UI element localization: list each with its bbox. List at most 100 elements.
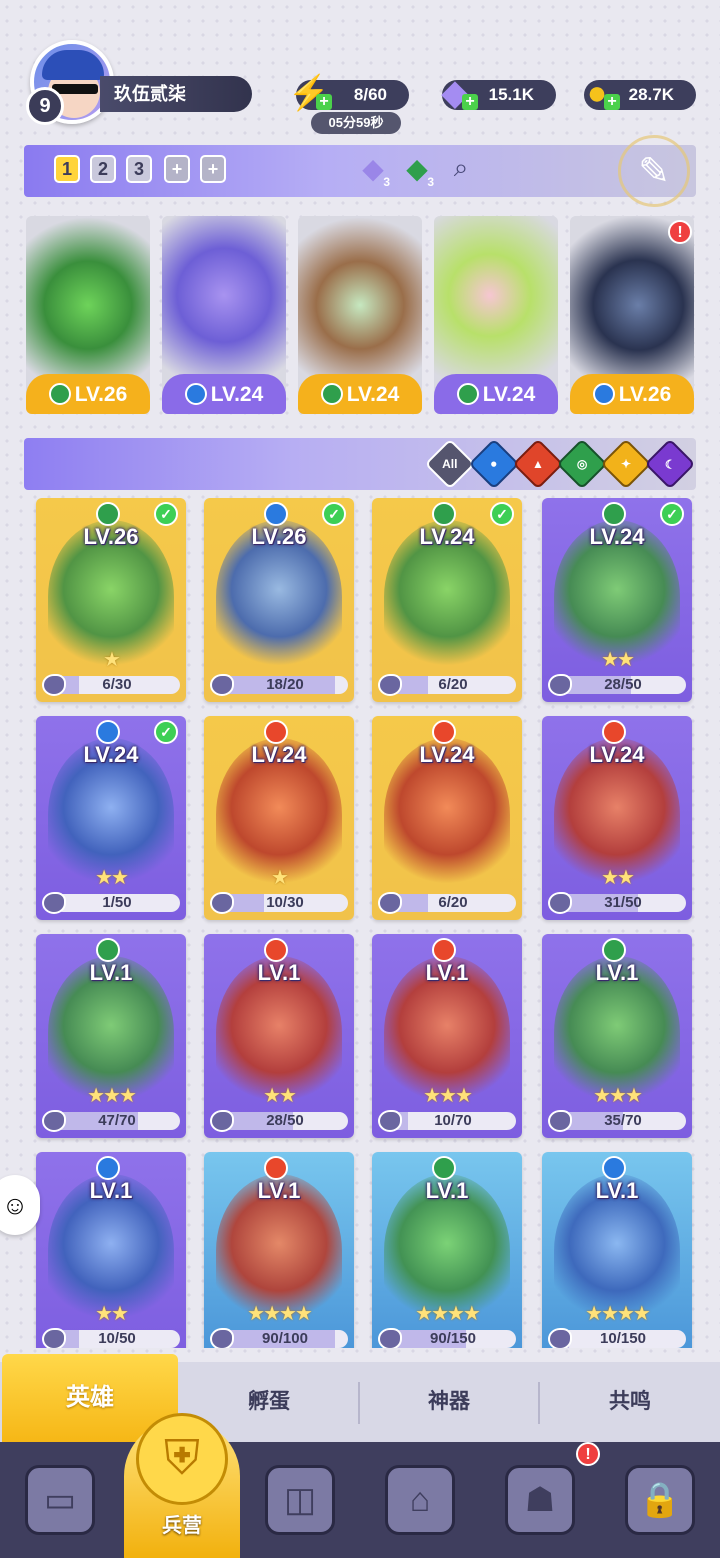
filter-light-icon[interactable]: ✦ (600, 438, 652, 490)
nav-barracks[interactable]: ⛨ 兵营 (122, 1412, 242, 1558)
hero-card[interactable]: LV.24 ★★ 31/50 (542, 716, 692, 920)
hero-stars: ★★ (95, 867, 129, 889)
lineup-slot-5[interactable]: ! LV.26 (570, 216, 694, 414)
fire-element-icon (432, 938, 456, 962)
progress-text: 47/70 (98, 1112, 136, 1129)
shard-progress: 6/20 (378, 674, 516, 696)
top-status-bar: 玖伍贰柒 9 ⚡ + 8/60 05分59秒 ◆ + 15.1K ● + 28.… (0, 40, 720, 140)
lineup-slot-4[interactable]: LV.24 (434, 216, 558, 414)
search-icon[interactable]: ⌕ (442, 149, 480, 187)
hero-card[interactable]: LV.1 ★★★★ 10/150 (542, 1152, 692, 1348)
hero-level: LV.1 (595, 960, 639, 985)
wind-element-icon (48, 383, 71, 405)
tab-resonance[interactable]: 共鸣 (540, 1362, 720, 1442)
filter-wind-icon[interactable]: ◎ (556, 438, 608, 490)
progress-text: 10/30 (266, 894, 304, 911)
team-add-tab-2[interactable]: + (200, 155, 226, 183)
team-tab-2[interactable]: 2 (90, 155, 116, 183)
shard-progress: 28/50 (548, 674, 686, 696)
filter-all-label: All (442, 457, 458, 471)
energy-timer: 05分59秒 (311, 112, 401, 134)
team-tab-3[interactable]: 3 (126, 155, 152, 183)
check-icon: ✓ (154, 720, 178, 744)
progress-track: 10/150 (560, 1330, 686, 1348)
floating-helper-icon[interactable]: ☺ (0, 1175, 40, 1235)
progress-track: 28/50 (222, 1112, 348, 1130)
energy-counter[interactable]: ⚡ + 8/60 (288, 76, 409, 110)
hero-card[interactable]: LV.1 ★★★ 10/70 (372, 934, 522, 1138)
progress-text: 35/70 (604, 1112, 642, 1129)
filter-dark-icon[interactable]: ☾ (644, 438, 696, 490)
green-crystal-icon[interactable]: ◆ 3 (398, 149, 436, 190)
progress-text: 31/50 (604, 894, 642, 911)
hero-stars: ★★★ (423, 1085, 473, 1107)
water-element-icon (96, 720, 120, 744)
progress-track: 10/50 (54, 1330, 180, 1348)
hero-stars: ★★★★ (415, 1303, 481, 1325)
nav-map[interactable]: ◫ (240, 1442, 360, 1558)
hero-card[interactable]: ✓ LV.26 ★ 6/30 (36, 498, 186, 702)
add-energy-icon[interactable]: + (316, 94, 332, 110)
hero-card[interactable]: LV.24 ★ 10/30 (204, 716, 354, 920)
wind-element-icon (320, 383, 343, 405)
nav-mushroom-house[interactable]: ☗ ! (480, 1442, 600, 1558)
lineup-slot-2[interactable]: LV.24 (162, 216, 286, 414)
lineup-slot-3[interactable]: LV.24 (298, 216, 422, 414)
lineup-slot-1[interactable]: LV.26 (26, 216, 150, 414)
filter-fire-icon[interactable]: ▲ (512, 438, 564, 490)
shard-icon (210, 892, 234, 914)
hero-card[interactable]: ✓ LV.24 6/20 (372, 498, 522, 702)
team-add-tab-1[interactable]: + (164, 155, 190, 183)
add-gems-icon[interactable]: + (462, 94, 478, 110)
lineup-level-badge: LV.24 (162, 374, 286, 414)
shard-icon (210, 1328, 234, 1348)
locked-banner-icon: 🔒 (625, 1465, 695, 1535)
fire-element-icon (602, 720, 626, 744)
shard-icon (42, 1110, 66, 1132)
hero-level: LV.1 (425, 960, 469, 985)
map-icon: ◫ (265, 1465, 335, 1535)
add-coins-icon[interactable]: + (604, 94, 620, 110)
hero-card[interactable]: LV.1 ★★★★ 90/100 (204, 1152, 354, 1348)
gems-counter[interactable]: ◆ + 15.1K (442, 76, 556, 110)
hero-card[interactable]: LV.1 ★★★★ 90/150 (372, 1152, 522, 1348)
hero-card[interactable]: LV.1 ★★★ 35/70 (542, 934, 692, 1138)
lineup-level-badge: LV.26 (570, 374, 694, 414)
progress-track: 6/30 (54, 676, 180, 694)
shard-progress: 10/50 (42, 1328, 180, 1348)
energy-value: 8/60 (353, 85, 387, 104)
filter-water-icon[interactable]: ● (468, 438, 520, 490)
player-level-badge: 9 (26, 87, 64, 125)
edit-team-icon[interactable]: ✎ (618, 135, 690, 207)
purple-crystal-icon[interactable]: ◆ 3 (354, 149, 392, 190)
green-crystal-count: 3 (427, 175, 434, 189)
nav-temple[interactable]: ⌂ (360, 1442, 480, 1558)
nav-cards[interactable]: ▭ (0, 1442, 120, 1558)
progress-track: 35/70 (560, 1112, 686, 1130)
coins-counter[interactable]: ● + 28.7K (584, 76, 696, 110)
hero-card[interactable]: LV.1 ★★ 10/50 (36, 1152, 186, 1348)
progress-track: 6/20 (390, 894, 516, 912)
team-tab-1[interactable]: 1 (54, 155, 80, 183)
hero-card[interactable]: LV.1 ★★★ 47/70 (36, 934, 186, 1138)
mushroom-house-icon: ☗ (505, 1465, 575, 1535)
tab-artifacts[interactable]: 神器 (360, 1362, 538, 1442)
lineup-level: LV.24 (346, 383, 400, 406)
hero-card[interactable]: ✓ LV.26 18/20 (204, 498, 354, 702)
shard-progress: 1/50 (42, 892, 180, 914)
alert-icon: ! (576, 1442, 600, 1466)
team-selector-bar: 1 2 3 + + ◆ 3 ◆ 3 ⌕ ✎ (24, 135, 696, 207)
hero-card[interactable]: LV.1 ★★ 28/50 (204, 934, 354, 1138)
hero-card[interactable]: ✓ LV.24 ★★ 28/50 (542, 498, 692, 702)
hero-stars: ★ (271, 867, 289, 889)
water-element-icon (96, 1156, 120, 1180)
hero-card[interactable]: LV.24 6/20 (372, 716, 522, 920)
nav-locked[interactable]: 🔒 (600, 1442, 720, 1558)
hero-level: LV.1 (257, 960, 301, 985)
progress-text: 90/150 (430, 1330, 476, 1347)
hero-card[interactable]: ✓ LV.24 ★★ 1/50 (36, 716, 186, 920)
hero-level: LV.1 (89, 1178, 133, 1203)
filter-all[interactable]: All (424, 438, 476, 490)
wind-element-icon (432, 1156, 456, 1180)
shard-icon (378, 1328, 402, 1348)
